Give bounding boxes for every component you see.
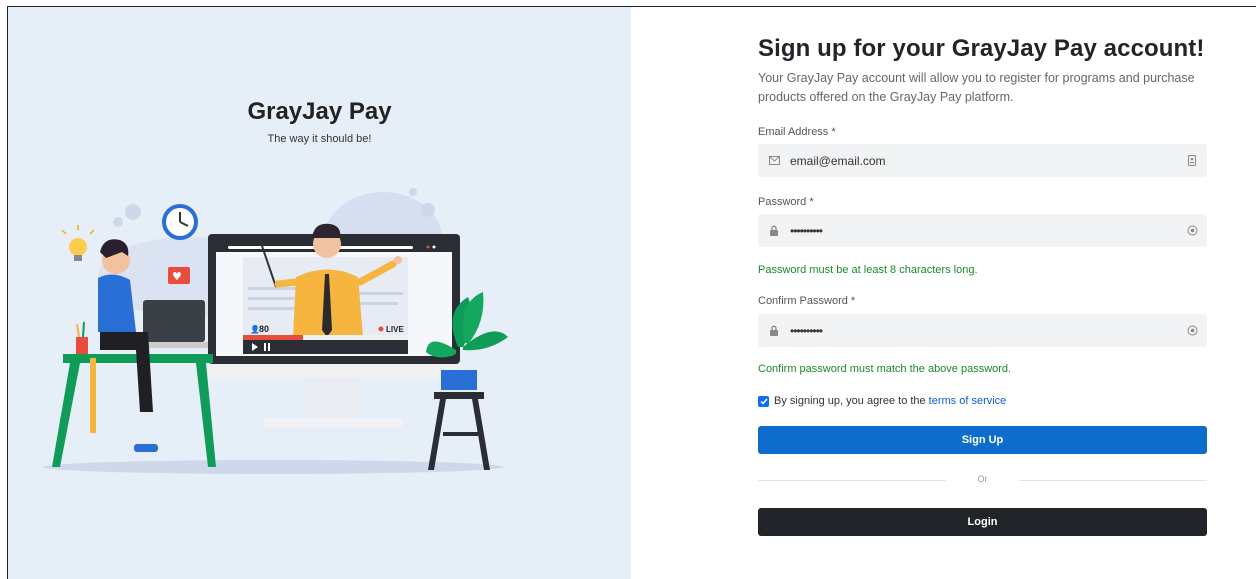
clock-icon	[162, 204, 198, 240]
confirm-password-value: ••••••••••	[790, 323, 823, 338]
password-field[interactable]: ••••••••••	[758, 214, 1207, 247]
email-value: email@email.com	[790, 153, 886, 168]
svg-text:♥: ♥	[172, 270, 182, 283]
show-password-icon[interactable]	[1177, 225, 1207, 236]
brand-panel: GrayJay Pay The way it should be! 👤 80 L…	[8, 7, 631, 579]
terms-of-service-link[interactable]: terms of service	[929, 395, 1007, 407]
contact-card-icon	[1177, 155, 1207, 166]
page-title: Sign up for your GrayJay Pay account!	[758, 35, 1205, 62]
password-value: ••••••••••	[790, 223, 823, 238]
show-confirm-password-icon[interactable]	[1177, 325, 1207, 336]
brand-tagline: The way it should be!	[267, 133, 372, 145]
online-class-illustration: 👤 80 LIVE ♥	[43, 188, 508, 474]
confirm-password-hint: Confirm password must match the above pa…	[758, 363, 1012, 375]
terms-checkbox[interactable]	[758, 395, 769, 407]
live-badge: LIVE	[386, 325, 404, 334]
or-label: Or	[977, 474, 988, 484]
terms-text: By signing up, you agree to the	[774, 395, 926, 407]
terms-agreement: By signing up, you agree to the terms of…	[758, 395, 1006, 407]
confirm-password-field[interactable]: ••••••••••	[758, 314, 1207, 347]
login-button[interactable]: Login	[758, 508, 1207, 536]
lightbulb-icon	[61, 225, 95, 261]
signup-panel: Sign up for your GrayJay Pay account! Yo…	[631, 7, 1256, 579]
password-label: Password *	[758, 196, 814, 208]
confirm-password-label: Confirm Password *	[758, 295, 856, 307]
lock-icon	[760, 225, 788, 236]
sign-up-button[interactable]: Sign Up	[758, 426, 1207, 454]
viewer-count: 80	[259, 324, 269, 334]
checkmark-icon	[759, 398, 768, 405]
page-subtitle: Your GrayJay Pay account will allow you …	[758, 71, 1195, 104]
password-hint: Password must be at least 8 characters l…	[758, 264, 978, 276]
email-label: Email Address *	[758, 126, 836, 138]
brand-title: GrayJay Pay	[247, 98, 392, 125]
email-field[interactable]: email@email.com	[758, 144, 1207, 177]
lock-icon	[760, 325, 788, 336]
envelope-icon	[760, 156, 788, 165]
or-divider: Or	[758, 474, 1207, 484]
